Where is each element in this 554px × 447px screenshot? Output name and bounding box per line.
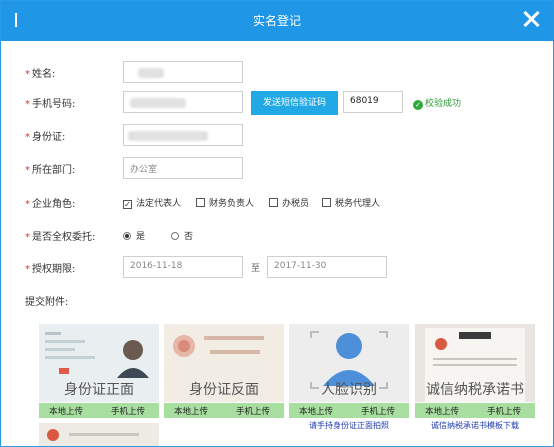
role-option-tax-clerk[interactable]: 办税员: [269, 196, 309, 209]
attachment-title: 身份证正面: [64, 382, 134, 398]
department-input[interactable]: 办公室: [123, 157, 243, 179]
delegation-row: * 是否全权委托: 是 否: [25, 224, 545, 246]
check-circle-icon: ✓: [413, 100, 423, 110]
period-label: * 授权期限:: [25, 264, 76, 275]
attachment-id-back: 身份证反面 本地上传 手机上传: [164, 324, 284, 434]
id-card-input[interactable]: [123, 124, 243, 146]
name-row: * 姓名:: [25, 61, 545, 83]
name-label: * 姓名:: [25, 69, 56, 80]
phone-label: * 手机号码:: [25, 99, 76, 110]
send-sms-code-button[interactable]: 发送短信验证码: [251, 91, 338, 115]
dialog-title: 实名登记: [252, 14, 301, 28]
phone-upload-button[interactable]: 手机上传: [361, 405, 395, 417]
period-end-input[interactable]: 2017-11-30: [267, 256, 387, 278]
local-upload-button[interactable]: 本地上传: [299, 405, 333, 417]
attachment-tax-pledge: 诚信纳税承诺书 本地上传 手机上传 诚信纳税承诺书模板下载: [415, 324, 535, 434]
role-option-finance[interactable]: 财务负责人: [196, 196, 254, 209]
role-option-legal-rep[interactable]: ✓ 法定代表人: [123, 196, 181, 209]
attachment-id-front: 身份证正面 本地上传 手机上传: [39, 324, 159, 434]
phone-upload-button[interactable]: 手机上传: [487, 405, 521, 417]
verify-status: ✓ 校验成功: [413, 96, 461, 110]
local-upload-button[interactable]: 本地上传: [174, 405, 208, 417]
upload-bar: 本地上传 手机上传: [39, 403, 159, 418]
name-input[interactable]: [123, 61, 243, 83]
period-start-input[interactable]: 2016-11-18: [123, 256, 243, 278]
phone-input[interactable]: [123, 91, 243, 113]
dialog-header: 实名登记: [1, 1, 553, 41]
local-upload-button[interactable]: 本地上传: [425, 405, 459, 417]
period-separator: 至: [251, 264, 261, 274]
id-card-row: * 身份证:: [25, 124, 545, 146]
phone-upload-button[interactable]: 手机上传: [236, 405, 270, 417]
face-photo-hint-link[interactable]: 请手持身份证正面拍照: [289, 420, 409, 431]
close-icon[interactable]: [519, 7, 543, 31]
phone-upload-button[interactable]: 手机上传: [111, 405, 145, 417]
phone-row: * 手机号码: 发送短信验证码 68019 ✓ 校验成功: [25, 91, 545, 115]
department-row: * 所在部门: 办公室: [25, 157, 545, 179]
attachment-title: 身份证反面: [189, 382, 259, 398]
attachment-extra-partial: [39, 423, 159, 446]
delegation-yes-radio[interactable]: 是: [123, 229, 145, 242]
attachment-title: 人脸识别: [321, 382, 377, 398]
role-row: * 企业角色: ✓ 法定代表人 财务负责人 办税员 税务代理人: [25, 191, 545, 213]
role-label: * 企业角色:: [25, 199, 76, 210]
sms-code-input[interactable]: 68019: [343, 91, 403, 113]
attachments-label: 提交附件:: [25, 297, 69, 308]
delegation-label: * 是否全权委托:: [25, 232, 96, 243]
local-upload-button[interactable]: 本地上传: [49, 405, 83, 417]
pledge-template-download-link[interactable]: 诚信纳税承诺书模板下载: [415, 420, 535, 431]
registration-dialog: 实名登记 * 姓名: * 手机号码: 发送短信验证码 68019 ✓ 校验成功 * 身份…: [0, 0, 554, 447]
delegation-no-radio[interactable]: 否: [171, 229, 193, 242]
attachment-title: 诚信纳税承诺书: [426, 382, 524, 398]
role-option-tax-agent[interactable]: 税务代理人: [322, 196, 380, 209]
upload-bar: 本地上传 手机上传: [415, 403, 535, 418]
department-label: * 所在部门:: [25, 165, 76, 176]
attachment-face-recognition: 人脸识别 本地上传 手机上传 请手持身份证正面拍照: [289, 324, 409, 434]
upload-bar: 本地上传 手机上传: [164, 403, 284, 418]
id-card-label: * 身份证:: [25, 132, 66, 143]
upload-bar: 本地上传 手机上传: [289, 403, 409, 418]
period-row: * 授权期限: 2016-11-18 至 2017-11-30: [25, 256, 545, 278]
